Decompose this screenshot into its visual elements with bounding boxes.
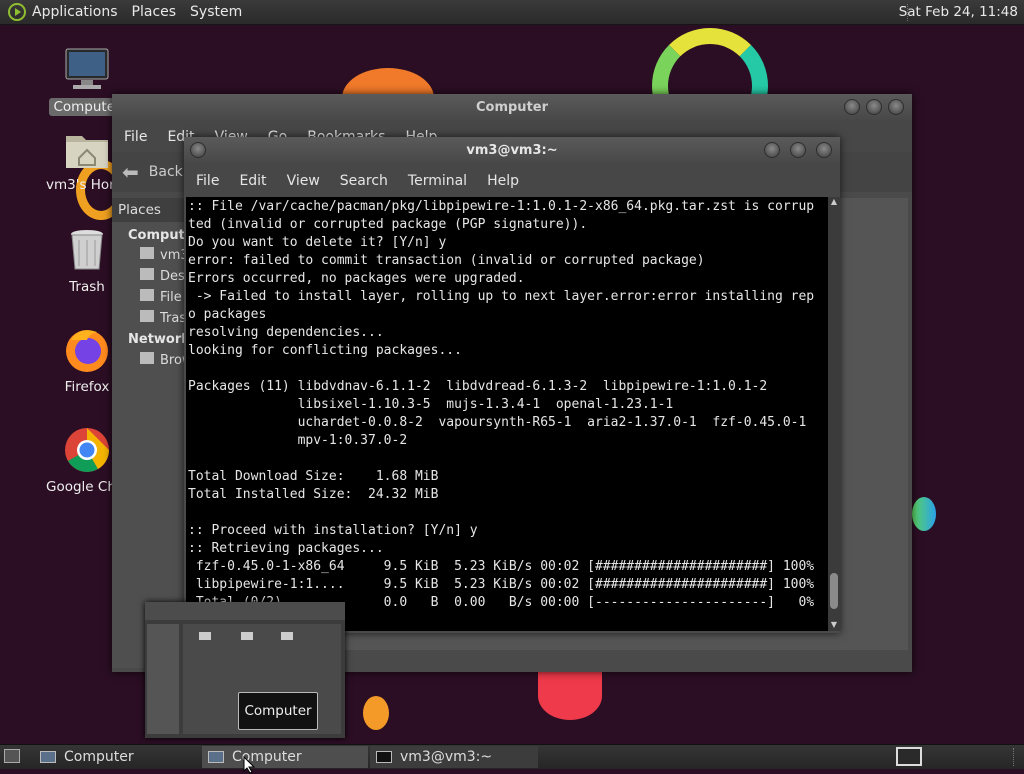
chrome-icon xyxy=(65,428,109,472)
sidebar-header-computer: Computer xyxy=(128,228,192,243)
menu-view[interactable]: View xyxy=(287,173,320,189)
menu-file[interactable]: File xyxy=(124,129,147,145)
trash-small-icon xyxy=(140,310,154,322)
wallpaper-red-blob xyxy=(538,672,602,720)
terminal-output: :: File /var/cache/pacman/pkg/libpipewir… xyxy=(188,199,815,610)
computer-small-icon xyxy=(208,751,224,763)
computer-small-icon xyxy=(40,751,56,763)
preview-sidebar xyxy=(147,624,179,734)
drive-icon xyxy=(140,289,154,301)
firefox-icon xyxy=(66,330,108,372)
terminal-title: vm3@vm3:~ xyxy=(466,143,558,158)
computer-icon xyxy=(65,48,109,89)
clock[interactable]: Sat Feb 24, 11:48 xyxy=(899,4,1018,20)
terminal-scrollbar[interactable]: ▲ ▼ xyxy=(828,197,840,631)
file-manager-titlebar[interactable]: Computer xyxy=(112,94,912,122)
places-menu[interactable]: Places xyxy=(132,4,177,20)
sidebar-item-trash[interactable]: Trash xyxy=(112,305,192,326)
maximize-button[interactable] xyxy=(790,142,806,158)
wallpaper-blue-dot xyxy=(912,497,936,531)
desktop-icon-label: Trash xyxy=(69,279,105,295)
terminal-titlebar[interactable]: vm3@vm3:~ xyxy=(184,137,840,165)
back-arrow-icon[interactable]: ⬅ xyxy=(122,160,139,184)
sidebar-header-network: Network xyxy=(128,332,190,347)
system-menu[interactable]: System xyxy=(190,4,242,20)
sidebar-item-browse-network[interactable]: Browse Network xyxy=(112,347,192,368)
window-title: Computer xyxy=(475,100,549,115)
terminal-menubar: File Edit View Search Terminal Help xyxy=(184,165,840,197)
terminal-window: vm3@vm3:~ File Edit View Search Terminal… xyxy=(184,137,840,633)
sidebar-item-filesystem[interactable]: File System xyxy=(112,284,192,305)
back-button[interactable]: Back xyxy=(149,164,183,180)
preview-drive-icon xyxy=(241,632,253,640)
terminal-small-icon xyxy=(376,751,392,763)
menu-terminal[interactable]: Terminal xyxy=(408,173,467,189)
taskbar-tooltip: Computer xyxy=(238,692,318,730)
desktop-icon-label: Firefox xyxy=(64,379,110,395)
desktop-folder-icon xyxy=(140,268,154,280)
workspace-switcher[interactable] xyxy=(896,747,922,766)
menu-logo-icon[interactable] xyxy=(8,3,26,21)
preview-toolbar xyxy=(145,602,345,620)
close-button[interactable] xyxy=(888,99,904,115)
wallpaper-orange-dot xyxy=(363,696,389,730)
preview-drive-icon xyxy=(281,632,293,640)
close-button[interactable] xyxy=(816,142,832,158)
applications-menu[interactable]: Applications xyxy=(32,4,118,20)
bottom-taskbar: Computer Computer vm3@vm3:~ xyxy=(0,744,1024,769)
preview-drive-icon xyxy=(199,632,211,640)
window-menu-button[interactable] xyxy=(190,142,206,158)
network-icon xyxy=(140,352,154,364)
taskbar-item-label: Computer xyxy=(64,749,134,765)
minimize-button[interactable] xyxy=(844,99,860,115)
mouse-pointer-icon xyxy=(243,756,255,774)
file-manager-sidebar: Places Computer vm3 Desktop File System … xyxy=(112,198,192,668)
sidebar-item-vm3[interactable]: vm3 xyxy=(112,243,192,263)
scrollbar-thumb[interactable] xyxy=(830,573,838,609)
menu-help[interactable]: Help xyxy=(487,173,519,189)
taskbar-item-label: vm3@vm3:~ xyxy=(400,749,493,765)
menu-edit[interactable]: Edit xyxy=(239,173,266,189)
sidebar-item-desktop[interactable]: Desktop xyxy=(112,263,192,284)
taskbar-item-computer-1[interactable]: Computer xyxy=(34,746,200,768)
menu-search[interactable]: Search xyxy=(340,173,388,189)
top-panel: Applications Places System Sat Feb 24, 1… xyxy=(0,0,1024,25)
home-folder-icon xyxy=(66,136,108,168)
taskbar-item-computer-2[interactable]: Computer xyxy=(202,746,368,768)
maximize-button[interactable] xyxy=(866,99,882,115)
show-desktop-icon[interactable] xyxy=(4,749,20,763)
menu-file[interactable]: File xyxy=(196,173,219,189)
terminal-output-area[interactable]: :: File /var/cache/pacman/pkg/libpipewir… xyxy=(186,197,828,631)
minimize-button[interactable] xyxy=(764,142,780,158)
trash-icon xyxy=(71,230,103,270)
home-icon xyxy=(140,247,154,259)
panel-handle xyxy=(1013,748,1020,766)
scroll-down-arrow-icon[interactable]: ▼ xyxy=(828,620,840,629)
places-selector[interactable]: Places xyxy=(112,198,192,222)
taskbar-item-terminal[interactable]: vm3@vm3:~ xyxy=(370,746,538,768)
scroll-up-arrow-icon[interactable]: ▲ xyxy=(828,197,840,206)
